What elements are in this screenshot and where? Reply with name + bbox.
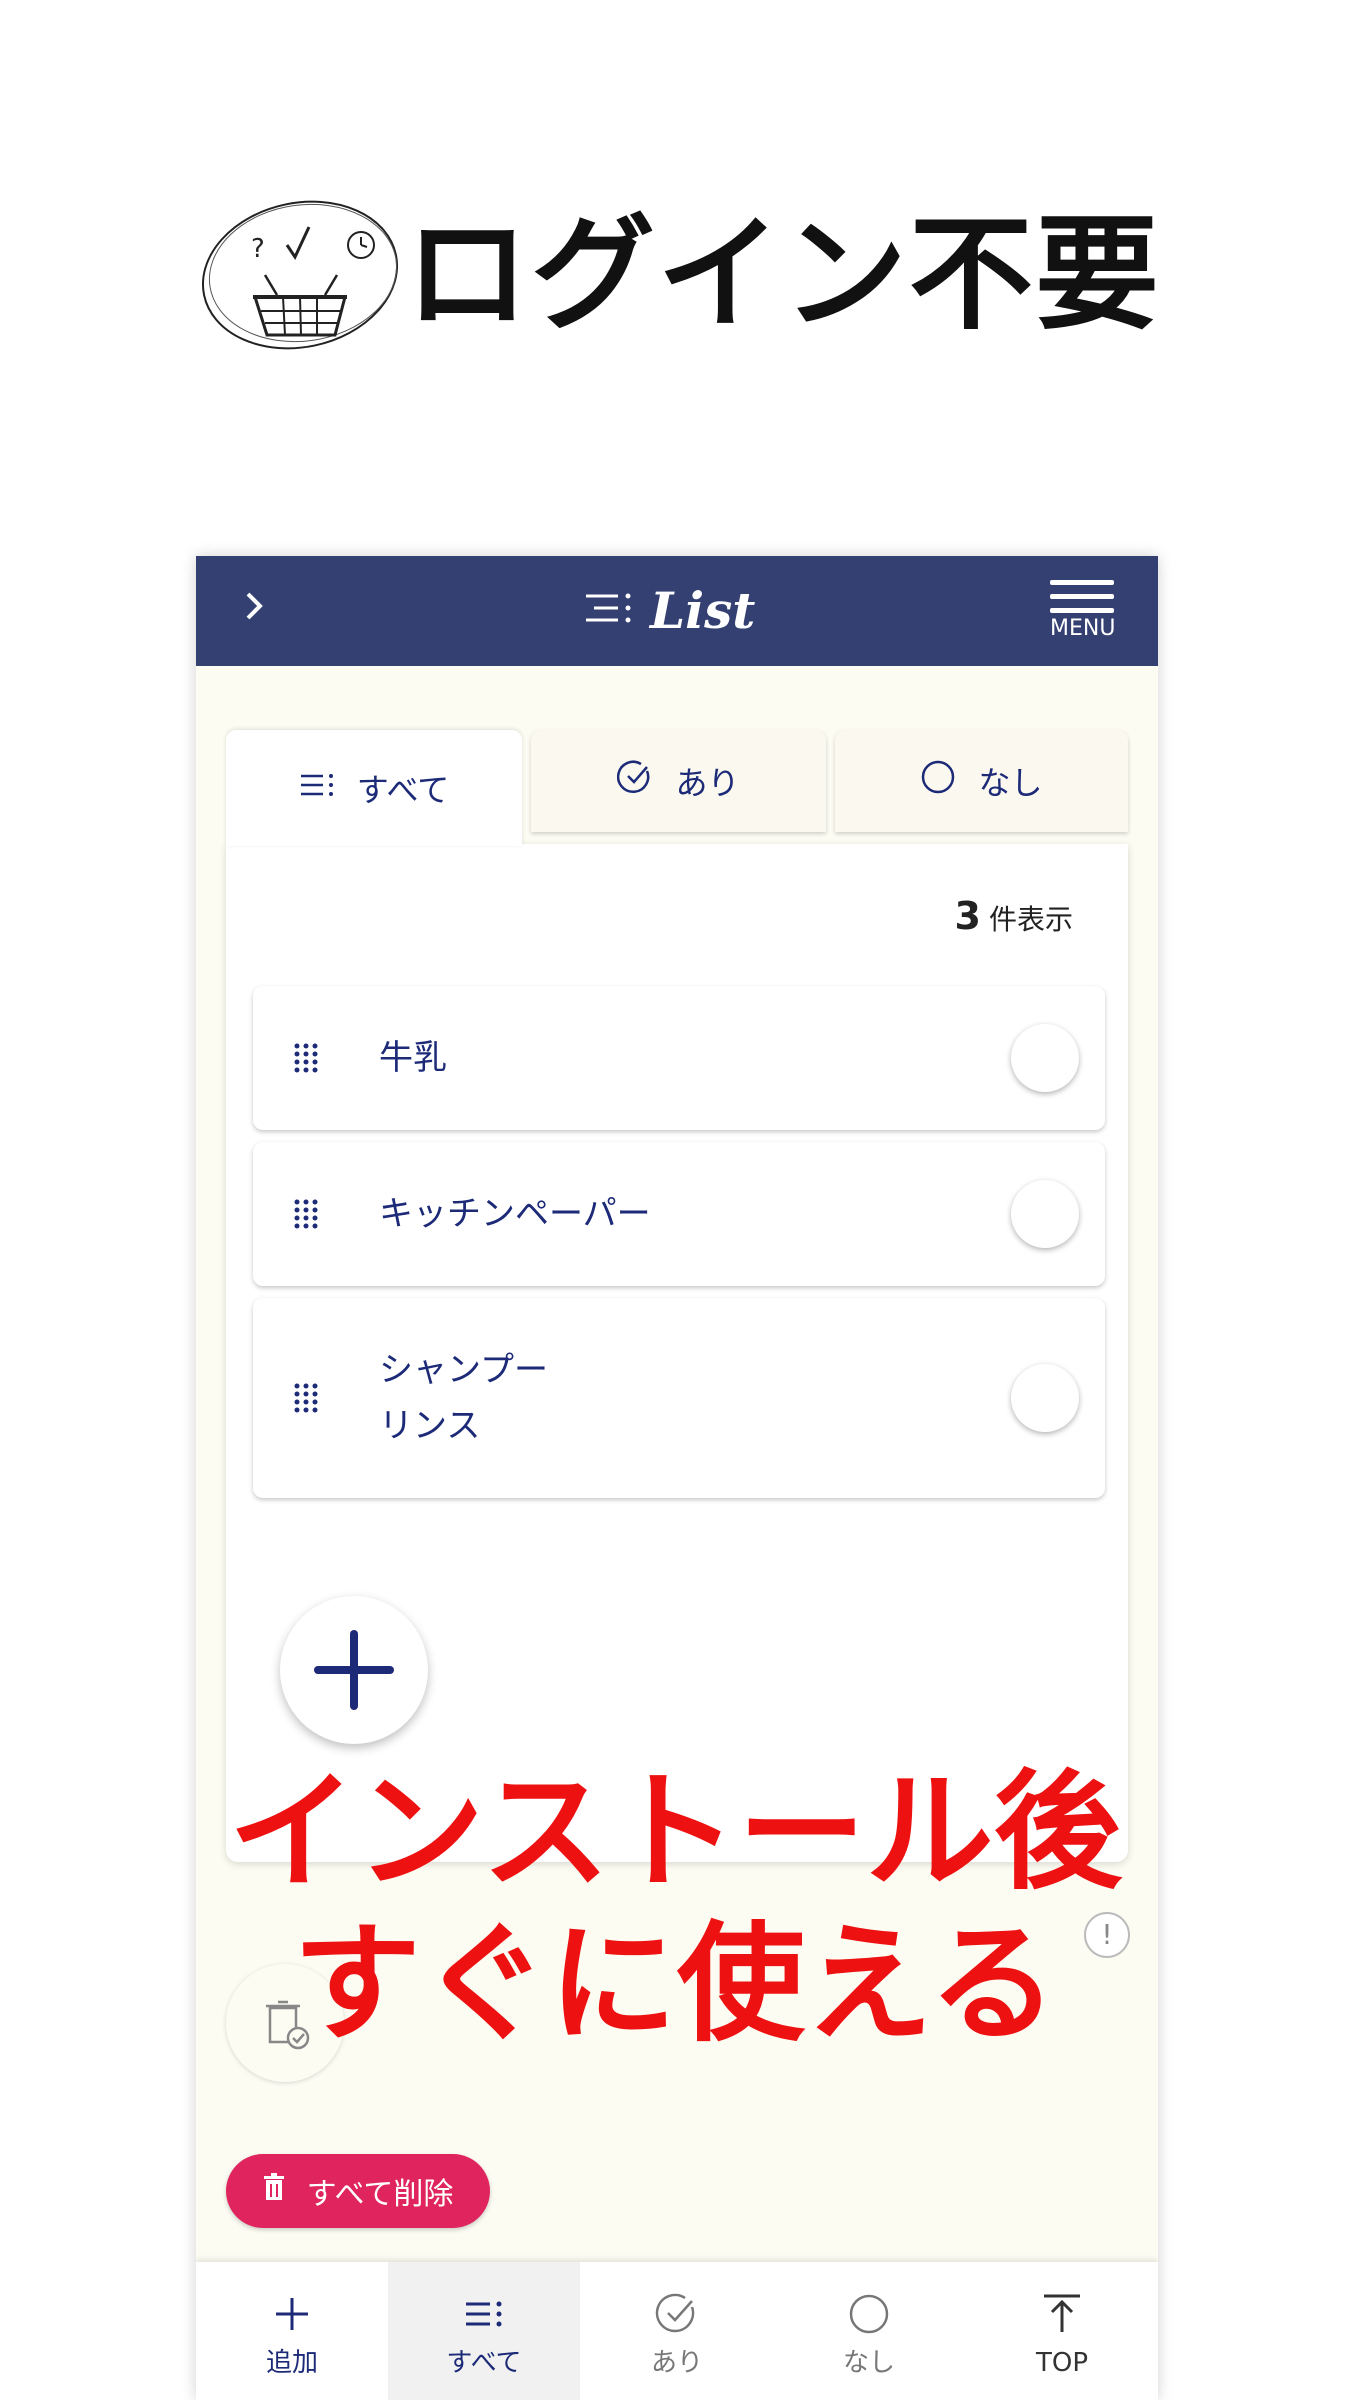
- tab-all[interactable]: すべて: [226, 730, 522, 846]
- nav-label: 追加: [265, 2348, 318, 2378]
- app-title: List: [584, 580, 755, 640]
- plus-icon: [314, 1630, 394, 1710]
- list-icon: [299, 769, 335, 807]
- bottom-nav: 追加 すべて あり なし TOP: [196, 2262, 1158, 2400]
- drag-handle-icon[interactable]: [293, 1199, 319, 1229]
- item-count: 3 件表示: [955, 894, 1073, 938]
- list-item[interactable]: 牛乳: [253, 986, 1105, 1130]
- item-label: シャンプー リンス: [379, 1342, 548, 1454]
- nav-add[interactable]: 追加: [196, 2262, 388, 2400]
- nav-label: なし: [842, 2348, 895, 2378]
- filter-tabs: すべて あり なし: [226, 730, 1128, 846]
- list-item[interactable]: キッチンペーパー: [253, 1142, 1105, 1286]
- menu-label: MENU: [1050, 616, 1116, 641]
- nav-label: あり: [650, 2348, 703, 2378]
- trash-icon: [263, 2173, 285, 2209]
- item-count-suffix: 件表示: [988, 903, 1073, 936]
- circle-icon: [773, 2284, 965, 2344]
- list-icon: [388, 2284, 580, 2344]
- svg-text:?: ?: [251, 234, 265, 264]
- tab-have[interactable]: あり: [531, 730, 826, 832]
- tab-label: あり: [675, 764, 740, 802]
- hamburger-icon: [1050, 580, 1114, 613]
- delete-all-label: すべて削除: [306, 2177, 454, 2212]
- nav-label: すべて: [446, 2348, 522, 2378]
- plus-icon: [196, 2284, 388, 2344]
- nav-have[interactable]: あり: [581, 2262, 773, 2400]
- nav-top[interactable]: TOP: [966, 2262, 1158, 2400]
- item-label: 牛乳: [379, 1038, 447, 1078]
- app-screen: List MENU すべて あり なし 3 件表示 牛乳 キッチンペーパー シャ…: [196, 556, 1158, 2400]
- item-check-toggle[interactable]: [1011, 1024, 1079, 1092]
- list-icon: [584, 590, 632, 630]
- item-label: キッチンペーパー: [379, 1194, 651, 1234]
- delete-all-button[interactable]: すべて削除: [226, 2154, 490, 2228]
- promo-overlay-line2: すぐに使える: [292, 1910, 1058, 2059]
- add-item-button[interactable]: [280, 1596, 428, 1744]
- drag-handle-icon[interactable]: [293, 1043, 319, 1073]
- tab-label: すべて: [356, 771, 450, 809]
- item-check-toggle[interactable]: [1011, 1180, 1079, 1248]
- menu-button[interactable]: MENU: [1050, 580, 1116, 641]
- basket-logo-icon: ?: [195, 185, 405, 355]
- promo-headline: ログイン不要: [405, 203, 1162, 347]
- circle-icon: [920, 759, 956, 803]
- app-title-text: List: [650, 580, 756, 640]
- nav-all[interactable]: すべて: [388, 2262, 580, 2400]
- promo-overlay-line1: インストール後: [228, 1758, 1122, 1907]
- check-circle-icon: [581, 2284, 773, 2344]
- tab-none[interactable]: なし: [835, 730, 1128, 832]
- list-item[interactable]: シャンプー リンス: [253, 1298, 1105, 1498]
- tab-label: なし: [978, 764, 1043, 802]
- check-circle-icon: [617, 759, 653, 803]
- arrow-up-icon: [966, 2284, 1158, 2344]
- item-check-toggle[interactable]: [1011, 1364, 1079, 1432]
- item-count-number: 3: [954, 894, 981, 938]
- drag-handle-icon[interactable]: [293, 1383, 319, 1413]
- chevron-right-icon[interactable]: [242, 586, 266, 637]
- app-bar: List MENU: [196, 556, 1158, 666]
- item-label-line1: シャンプー: [379, 1350, 548, 1390]
- item-label-line2: リンス: [379, 1406, 481, 1446]
- list-card: 3 件表示 牛乳 キッチンペーパー シャンプー リンス: [226, 844, 1128, 1862]
- nav-none[interactable]: なし: [773, 2262, 965, 2400]
- nav-label: TOP: [1035, 2348, 1089, 2378]
